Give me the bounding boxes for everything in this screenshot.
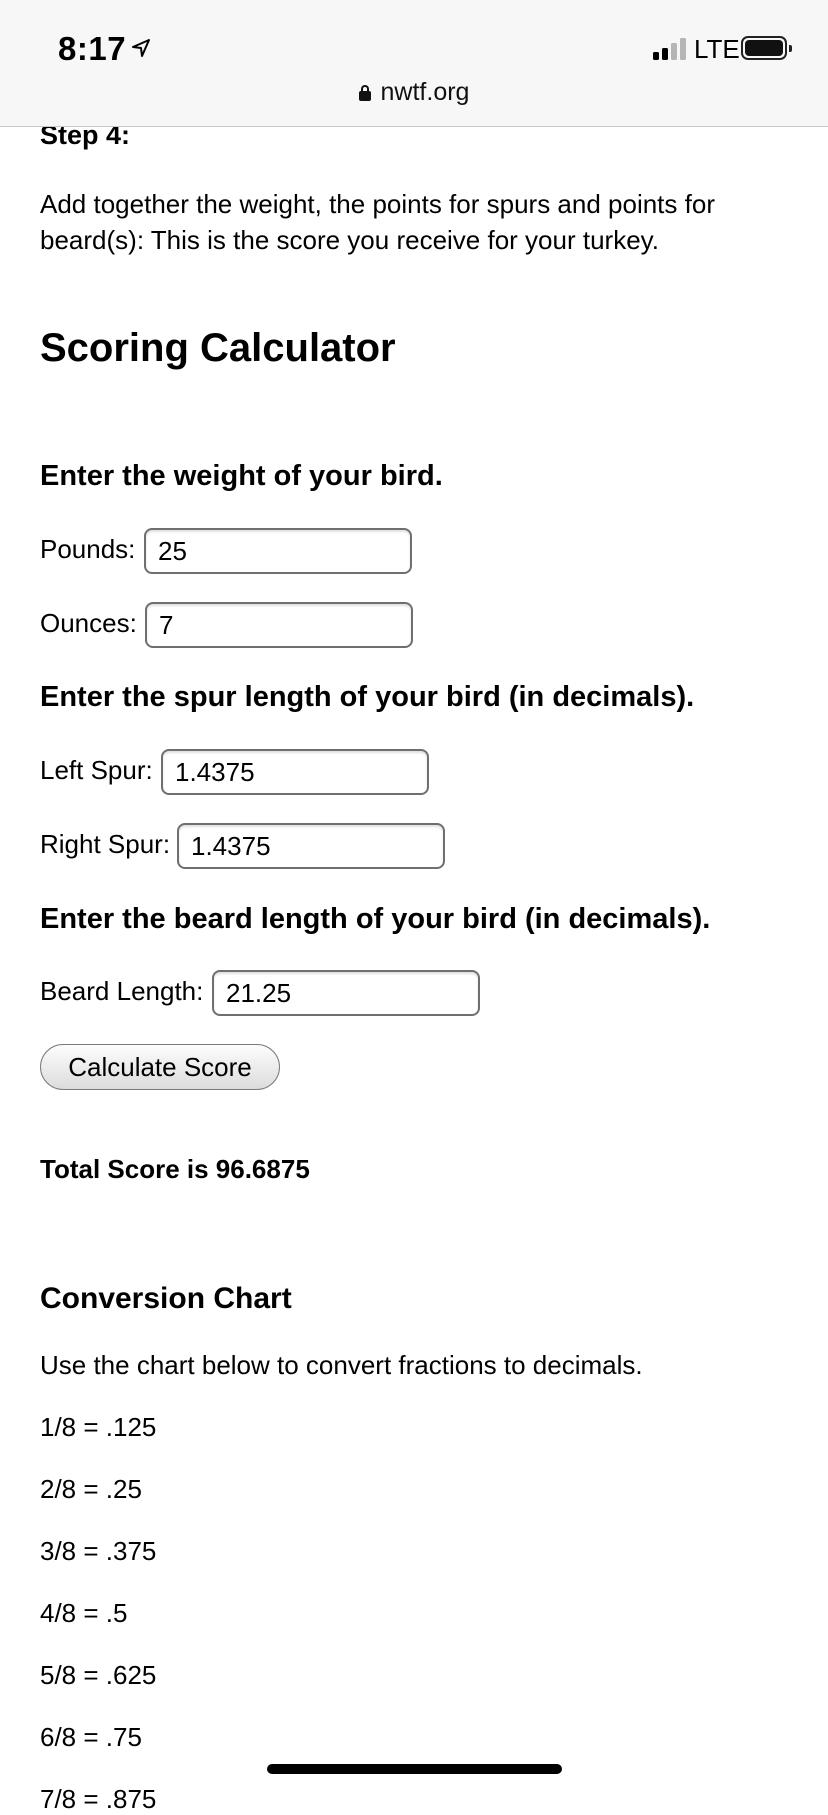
network-type: LTE xyxy=(694,34,740,64)
left-spur-label: Left Spur: xyxy=(40,755,153,785)
pounds-input[interactable] xyxy=(144,528,412,574)
conversion-item: 4/8 = .5 xyxy=(40,1598,128,1628)
ounces-input[interactable] xyxy=(145,602,413,648)
conversion-item: 2/8 = .25 xyxy=(40,1474,142,1504)
pounds-label: Pounds: xyxy=(40,534,136,564)
conversion-description: Use the chart below to convert fractions… xyxy=(40,1350,643,1380)
calculator-title: Scoring Calculator xyxy=(40,326,396,370)
conversion-item: 6/8 = .75 xyxy=(40,1722,142,1752)
lock-icon xyxy=(358,85,371,101)
beard-length-label: Beard Length: xyxy=(40,976,204,1006)
conversion-item: 7/8 = .875 xyxy=(40,1784,157,1814)
url-bar[interactable]: nwtf.org xyxy=(0,78,828,107)
battery-icon xyxy=(741,36,792,60)
home-indicator[interactable] xyxy=(267,1764,562,1774)
calculate-score-button[interactable]: Calculate Score xyxy=(40,1044,280,1090)
right-spur-input[interactable] xyxy=(177,823,445,869)
beard-length-input[interactable] xyxy=(212,970,480,1016)
weight-heading: Enter the weight of your bird. xyxy=(40,460,443,492)
left-spur-input[interactable] xyxy=(161,749,429,795)
conversion-item: 5/8 = .625 xyxy=(40,1660,157,1690)
beard-heading: Enter the beard length of your bird (in … xyxy=(40,903,711,935)
total-score: Total Score is 96.6875 xyxy=(40,1154,310,1184)
conversion-chart-title: Conversion Chart xyxy=(40,1282,292,1315)
url-text: nwtf.org xyxy=(380,78,470,106)
cellular-signal-icon xyxy=(653,38,689,60)
conversion-item: 3/8 = .375 xyxy=(40,1536,157,1566)
location-arrow-icon xyxy=(132,39,150,57)
conversion-item: 1/8 = .125 xyxy=(40,1412,157,1442)
ounces-label: Ounces: xyxy=(40,608,137,638)
step-description: Add together the weight, the points for … xyxy=(40,189,715,255)
status-time: 8:17 xyxy=(58,30,127,67)
spur-heading: Enter the spur length of your bird (in d… xyxy=(40,681,695,713)
right-spur-label: Right Spur: xyxy=(40,829,171,859)
browser-top-bar: 8:17 LTE nwtf.org xyxy=(0,0,828,127)
